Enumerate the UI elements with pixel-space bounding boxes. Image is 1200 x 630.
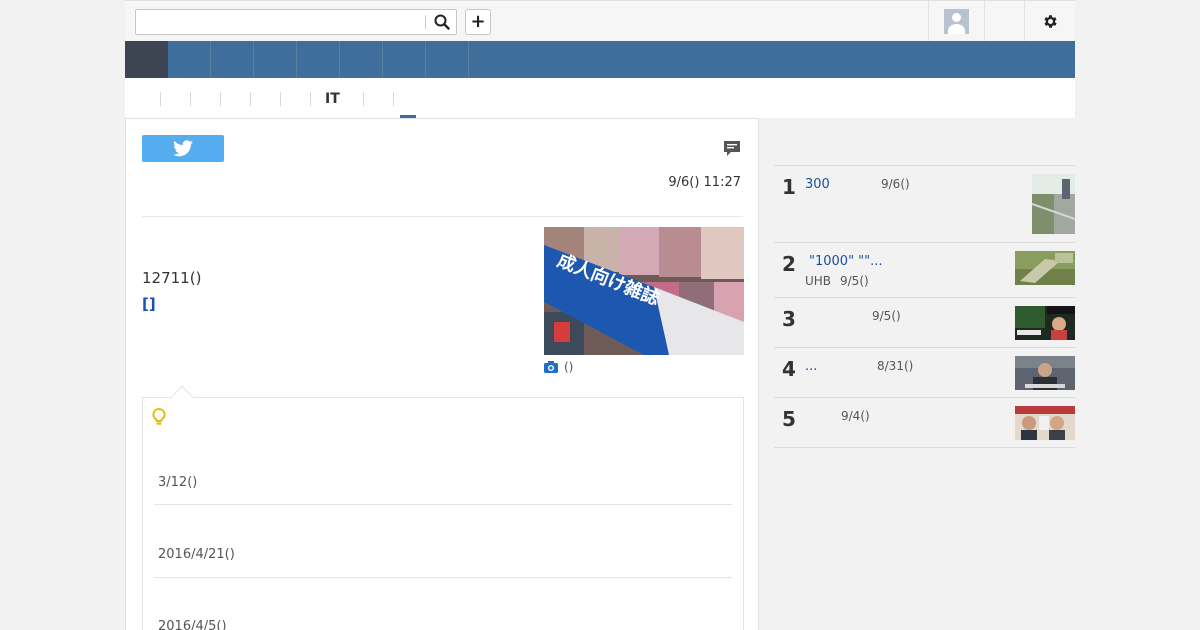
related-articles: 3/12() 2016/4/21() 2016/4/5() — [142, 397, 744, 630]
article-link[interactable]: [] — [142, 295, 156, 313]
top-bar: + — [125, 0, 1075, 41]
sub-nav: IT — [125, 78, 1075, 118]
tweet-button[interactable] — [142, 135, 224, 162]
nav-item[interactable] — [211, 41, 254, 78]
rank-date: 8/31() — [877, 359, 914, 373]
thumbnail-image — [1032, 174, 1075, 234]
ranking-item[interactable]: 3 9/5() — [774, 298, 1075, 348]
camera-icon — [544, 361, 558, 373]
gear-icon — [1043, 14, 1057, 28]
add-button[interactable]: + — [465, 9, 491, 35]
photo-caption-text: () — [564, 360, 574, 374]
rank-number: 2 — [782, 252, 796, 276]
article-count: 12711() — [142, 269, 202, 287]
rank-source: UHB — [805, 274, 832, 288]
search-input[interactable] — [136, 10, 424, 34]
thumbnail-image — [1015, 306, 1075, 340]
search-box — [135, 9, 457, 35]
ranking-sidebar: 1 300 9/6() 2 "1000" ""... UHB 9/5() 3 9… — [759, 118, 1075, 630]
nav-item[interactable] — [340, 41, 383, 78]
rank-date: 9/6() — [881, 177, 910, 191]
rank-date: 9/4() — [841, 409, 870, 423]
rank-thumbnail[interactable] — [1032, 174, 1075, 234]
thumbnail-image — [1015, 251, 1075, 285]
rank-number: 3 — [782, 307, 796, 331]
ranking-item[interactable]: 2 "1000" ""... UHB 9/5() — [774, 243, 1075, 298]
search-icon — [434, 14, 450, 30]
article-timestamp: 9/6() 11:27 — [668, 175, 741, 190]
related-item[interactable]: 2016/4/5() — [154, 604, 732, 630]
related-item[interactable]: 3/12() — [154, 458, 732, 505]
settings-button[interactable] — [1024, 1, 1075, 41]
ranking-item[interactable]: 4 ... 8/31() — [774, 348, 1075, 398]
photo-caption[interactable]: () — [544, 360, 573, 374]
rank-thumbnail[interactable] — [1015, 406, 1075, 440]
rank-title[interactable]: 300 — [805, 177, 830, 192]
ranking-item[interactable]: 1 300 9/6() — [774, 166, 1075, 243]
nav-item[interactable] — [297, 41, 340, 78]
subtab-divider — [160, 92, 161, 106]
rank-title[interactable]: "1000" ""... — [809, 254, 883, 269]
comment-icon[interactable] — [723, 140, 741, 157]
subtab-divider — [363, 92, 364, 106]
subtab-divider — [393, 92, 394, 106]
search-button[interactable] — [428, 10, 456, 34]
rank-thumbnail[interactable] — [1015, 356, 1075, 390]
article-photo[interactable]: 成人向け雑誌 — [544, 227, 744, 355]
rank-number: 1 — [782, 175, 796, 199]
rank-thumbnail[interactable] — [1015, 251, 1075, 285]
main-nav — [125, 41, 1075, 78]
subtab-divider — [310, 92, 311, 106]
rank-thumbnail[interactable] — [1015, 306, 1075, 340]
search-divider — [425, 15, 426, 29]
related-item[interactable]: 2016/4/21() — [154, 532, 732, 578]
nav-item-home[interactable] — [125, 41, 168, 78]
subtab-divider — [220, 92, 221, 106]
rank-title[interactable]: ... — [805, 359, 817, 374]
divider — [142, 216, 743, 217]
related-date: 3/12() — [158, 475, 198, 490]
thumbnail-image — [1015, 356, 1075, 390]
rank-number: 5 — [782, 407, 796, 431]
avatar-icon — [944, 8, 969, 34]
subtab-divider — [280, 92, 281, 106]
magazine-rack-photo: 成人向け雑誌 — [544, 227, 744, 355]
subtab-divider — [250, 92, 251, 106]
nav-item[interactable] — [254, 41, 297, 78]
user-menu-button[interactable] — [928, 1, 984, 41]
twitter-icon — [173, 140, 193, 157]
subtab-divider — [190, 92, 191, 106]
rank-date: 9/5() — [840, 274, 869, 288]
related-date: 2016/4/21() — [158, 547, 235, 562]
rank-date: 9/5() — [872, 309, 901, 323]
ranking-item[interactable]: 5 9/4() — [774, 398, 1075, 448]
subtab-it[interactable]: IT — [325, 92, 340, 106]
thumbnail-image — [1015, 406, 1075, 440]
rank-number: 4 — [782, 357, 796, 381]
related-date: 2016/4/5() — [158, 619, 227, 630]
nav-item[interactable] — [383, 41, 426, 78]
article-card: 9/6() 11:27 12711() [] 成人向け雑誌 () 3/12() … — [125, 118, 759, 630]
nav-item[interactable] — [168, 41, 211, 78]
nav-item[interactable] — [426, 41, 469, 78]
lightbulb-icon — [152, 408, 166, 425]
notifications-button[interactable] — [984, 1, 1024, 41]
